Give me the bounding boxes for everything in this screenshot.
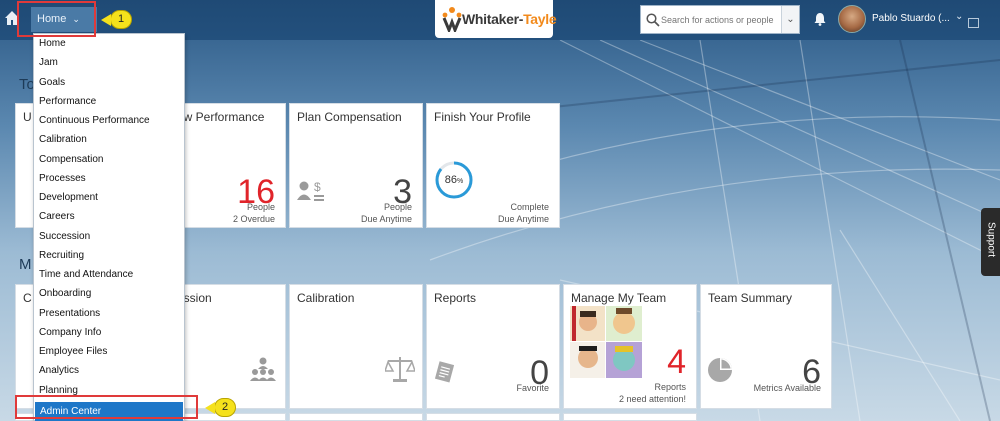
logo-mark-icon bbox=[442, 7, 462, 32]
tile-subtext: People bbox=[383, 202, 412, 212]
menu-item-presentations[interactable]: Presentations bbox=[34, 304, 184, 323]
screen-icon[interactable] bbox=[968, 18, 979, 28]
tile-title: Manage My Team bbox=[571, 291, 667, 305]
tile-status: Due Anytime bbox=[360, 214, 412, 224]
company-logo[interactable]: Whitaker-Tayle bbox=[435, 0, 557, 38]
tile-subtext: Favorite bbox=[516, 383, 549, 393]
menu-item-analytics[interactable]: Analytics bbox=[34, 361, 184, 380]
compensation-icon: $ bbox=[297, 180, 324, 201]
tile-subtext: People bbox=[246, 202, 275, 212]
progress-ring-value: 86 bbox=[444, 174, 457, 186]
highlight-box-home bbox=[17, 1, 96, 37]
people-icon bbox=[250, 357, 276, 381]
tile-partial[interactable] bbox=[426, 413, 560, 421]
tile-plan-compensation[interactable]: Plan Compensation $ 3 People Due Anytime bbox=[289, 103, 423, 228]
menu-item-company-info[interactable]: Company Info bbox=[34, 323, 184, 342]
menu-item-compensation[interactable]: Compensation bbox=[34, 150, 184, 169]
avatar[interactable] bbox=[838, 5, 866, 33]
menu-item-succession[interactable]: Succession bbox=[34, 227, 184, 246]
search-box[interactable]: ⌄ bbox=[640, 5, 800, 34]
menu-item-calibration[interactable]: Calibration bbox=[34, 130, 184, 149]
home-dropdown-menu: Home Jam Goals Performance Continuous Perfor… bbox=[33, 33, 185, 421]
tile-finish-profile[interactable]: Finish Your Profile 86% Complete Due Any… bbox=[426, 103, 560, 228]
tile-subtext: Complete bbox=[510, 202, 549, 212]
tile-title: Finish Your Profile bbox=[434, 110, 531, 124]
tile-calibration[interactable]: Calibration bbox=[289, 284, 423, 409]
highlight-box-admin-center bbox=[15, 395, 198, 419]
logo-text-main: Whitaker- bbox=[462, 11, 524, 27]
logo-text-tail: Tayle bbox=[523, 11, 557, 27]
tile-team-summary[interactable]: Team Summary 6 Metrics Available bbox=[700, 284, 832, 409]
tile-title: Plan Compensation bbox=[297, 110, 402, 124]
tile-title: Calibration bbox=[297, 291, 355, 305]
callout-step-2: 2 bbox=[205, 398, 236, 417]
bell-icon[interactable] bbox=[813, 12, 827, 26]
svg-text:$: $ bbox=[314, 180, 321, 194]
menu-item-development[interactable]: Development bbox=[34, 188, 184, 207]
progress-ring-label: 86% bbox=[434, 174, 474, 186]
tile-reports[interactable]: Reports 0 Favorite bbox=[426, 284, 560, 409]
tile-subtext: Reports bbox=[654, 382, 686, 392]
user-name[interactable]: Pablo Stuardo (... bbox=[872, 13, 950, 24]
tile-partial[interactable] bbox=[289, 413, 423, 421]
tile-title: C bbox=[23, 291, 32, 305]
menu-item-recruiting[interactable]: Recruiting bbox=[34, 246, 184, 265]
tile-count: 4 bbox=[667, 343, 686, 381]
menu-item-continuous-performance[interactable]: Continuous Performance bbox=[34, 111, 184, 130]
tile-title: U bbox=[23, 110, 32, 124]
team-photos bbox=[570, 306, 642, 378]
support-tab[interactable]: Support bbox=[981, 208, 1000, 276]
support-label: Support bbox=[985, 221, 997, 258]
tile-status: 2 need attention! bbox=[618, 394, 686, 404]
tile-title: Reports bbox=[434, 291, 477, 305]
search-icon bbox=[646, 13, 660, 27]
callout-step-1: 1 bbox=[101, 10, 132, 29]
menu-item-processes[interactable]: Processes bbox=[34, 169, 184, 188]
tile-title: Team Summary bbox=[708, 291, 793, 305]
menu-item-jam[interactable]: Jam bbox=[34, 53, 184, 72]
chevron-down-icon[interactable]: ⌄ bbox=[955, 11, 963, 22]
menu-item-performance[interactable]: Performance bbox=[34, 92, 184, 111]
report-icon bbox=[434, 361, 455, 383]
search-scope-dropdown[interactable]: ⌄ bbox=[781, 6, 799, 33]
menu-item-time-and-attendance[interactable]: Time and Attendance bbox=[34, 265, 184, 284]
tile-status: 2 Overdue bbox=[232, 214, 275, 224]
menu-item-careers[interactable]: Careers bbox=[34, 207, 184, 226]
tile-title: ew Performance bbox=[177, 110, 265, 124]
tile-partial[interactable] bbox=[563, 413, 697, 421]
menu-item-employee-files[interactable]: Employee Files bbox=[34, 342, 184, 361]
menu-item-onboarding[interactable]: Onboarding bbox=[34, 284, 184, 303]
scale-icon bbox=[385, 357, 415, 382]
logo-text: Whitaker-Tayle bbox=[462, 11, 557, 27]
tile-manage-my-team[interactable]: Manage My Team 4 Reports 2 need attentio… bbox=[563, 284, 697, 409]
menu-item-goals[interactable]: Goals bbox=[34, 73, 184, 92]
progress-ring-unit: % bbox=[457, 178, 464, 185]
section-label-my: M bbox=[19, 256, 32, 273]
pie-chart-icon bbox=[708, 358, 732, 382]
search-input[interactable] bbox=[661, 9, 779, 30]
tile-subtext: Metrics Available bbox=[753, 383, 821, 393]
tile-status: Due Anytime bbox=[497, 214, 549, 224]
